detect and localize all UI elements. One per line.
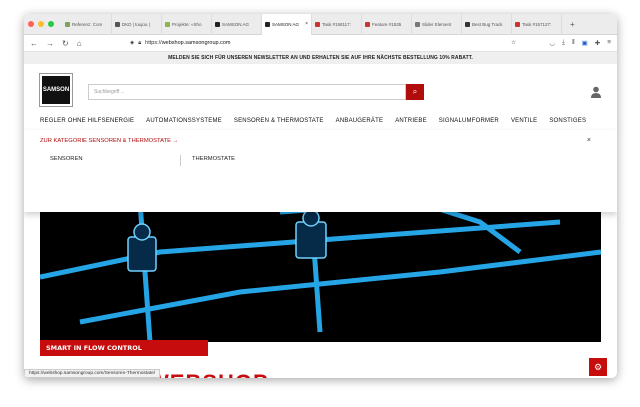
tab-bar: Referenz: Com DKD | toujou | Projekte: «Sh… [24, 14, 617, 35]
browser-tab[interactable]: Referenz: Com [62, 14, 112, 35]
subcategory-sensoren[interactable]: SENSOREN [50, 156, 83, 162]
address-bar[interactable]: ◈ 🔒︎ https://webshop.samsongroup.com ☆ [130, 37, 520, 49]
zoom-window-button[interactable] [48, 21, 54, 27]
tab-label: Projekte: «Sho [172, 21, 202, 27]
tab-favicon-icon [265, 21, 270, 27]
tab-favicon-icon [515, 21, 520, 27]
nav-item[interactable]: ANBAUGERÄTE [336, 118, 384, 124]
samson-logo[interactable]: SAMSON [39, 73, 73, 107]
url-prefix: https:// [145, 40, 162, 46]
tab-label: SAMSON AG [222, 21, 250, 27]
browser-tab[interactable]: DKD | toujou | [112, 14, 162, 35]
subcategory-list: SENSOREN THERMOSTATE [40, 155, 584, 166]
nav-item[interactable]: ANTRIEBE [395, 118, 427, 124]
nav-item[interactable]: REGLER OHNE HILFSENERGIE [40, 118, 134, 124]
tab-favicon-icon [315, 21, 320, 27]
browser-tab[interactable]: Projekte: «Sho [162, 14, 212, 35]
user-account-icon[interactable] [591, 86, 601, 98]
tab-favicon-icon [165, 21, 170, 27]
tab-label: DKD | toujou | [122, 21, 150, 27]
reload-icon[interactable]: ↻ [62, 39, 69, 48]
browser-tab[interactable]: Feature #1535 [362, 14, 412, 35]
tab-label: Referenz: Com [72, 21, 103, 27]
category-link[interactable]: ZUR KATEGORIE SENSOREN & THERMOSTATE → [40, 138, 178, 144]
nav-item[interactable]: SIGNALUMFORMER [439, 118, 499, 124]
tab-favicon-icon [65, 21, 70, 27]
browser-tab[interactable]: SAMSON AG [212, 14, 262, 35]
browser-tab[interactable]: Task #158117: [312, 14, 362, 35]
window-controls [28, 21, 54, 27]
divider [180, 155, 181, 166]
status-url: https://webshop.samsongroup.com/Sensoren… [24, 369, 161, 378]
nav-item[interactable]: SENSOREN & THERMOSTATE [234, 118, 324, 124]
nav-item[interactable]: AUTOMATIONSSYSTEME [146, 118, 222, 124]
subcategory-thermostate[interactable]: THERMOSTATE [192, 156, 235, 162]
nav-item[interactable]: SONSTIGES [549, 118, 586, 124]
hero-title: WEBSHOP [148, 370, 269, 378]
downloads-icon[interactable]: ⤓ [562, 39, 565, 47]
browser-tab[interactable]: Task #157127: [512, 14, 562, 35]
settings-gear-button[interactable]: ⚙ [589, 358, 607, 376]
close-icon[interactable]: × [587, 137, 591, 144]
search-button[interactable]: ⌕ [406, 84, 424, 100]
minimize-window-button[interactable] [38, 21, 44, 27]
tab-favicon-icon [115, 21, 120, 27]
site-header: SAMSON Suchbegriff ... ⌕ [24, 64, 617, 114]
browser-tab[interactable]: Slider Element [412, 14, 462, 35]
new-tab-button[interactable]: + [570, 20, 575, 29]
tab-favicon-icon [415, 21, 420, 27]
search-input[interactable]: Suchbegriff ... [88, 84, 406, 100]
pocket-icon[interactable]: ◡ [549, 39, 555, 47]
bookmark-star-icon[interactable]: ☆ [511, 40, 516, 46]
tab-favicon-icon [465, 21, 470, 27]
gear-icon: ⚙ [593, 361, 603, 372]
tab-strip: Referenz: Com DKD | toujou | Projekte: «Sh… [62, 14, 562, 35]
tab-favicon-icon [215, 21, 220, 27]
toolbar-icons: ◡ ⤓ ⫴ ▣ ✚ ≡ [549, 39, 611, 47]
shield-icon: ◈ [130, 40, 135, 46]
browser-window: Referenz: Com DKD | toujou | Projekte: «Sh… [24, 14, 617, 378]
search-icon: ⌕ [412, 87, 418, 96]
web-page: MELDEN SIE SICH FÜR UNSEREN NEWSLETTER A… [24, 52, 617, 378]
tab-label: SAMSON AG [272, 21, 300, 27]
home-icon[interactable]: ⌂ [77, 39, 82, 48]
lock-icon: 🔒︎ [138, 39, 142, 46]
main-navigation: REGLER OHNE HILFSENERGIE AUTOMATIONSSYSTE… [40, 114, 601, 128]
browser-tab[interactable]: Best Bug Track [462, 14, 512, 35]
tab-label: Best Bug Track [472, 21, 503, 27]
back-icon[interactable]: ← [30, 39, 38, 48]
hero-band: SMART IN FLOW CONTROL [40, 340, 208, 356]
newsletter-banner[interactable]: MELDEN SIE SICH FÜR UNSEREN NEWSLETTER A… [24, 52, 617, 64]
tab-favicon-icon [365, 21, 370, 27]
tab-label: Task #157127: [522, 21, 552, 27]
close-window-button[interactable] [28, 21, 34, 27]
menu-icon[interactable]: ≡ [607, 39, 611, 47]
category-dropdown: ZUR KATEGORIE SENSOREN & THERMOSTATE → ×… [24, 130, 617, 212]
extension-icon[interactable]: ▣ [582, 39, 588, 47]
browser-tab[interactable]: SAMSON AG × [262, 14, 312, 35]
extensions-puzzle-icon[interactable]: ✚ [595, 39, 600, 47]
close-tab-icon[interactable]: × [305, 21, 308, 27]
tab-label: Task #158117: [322, 21, 351, 27]
tab-label: Slider Element [422, 21, 452, 27]
url-domain: webshop.samsongroup.com [161, 40, 231, 46]
forward-icon[interactable]: → [46, 39, 54, 48]
tab-label: Feature #1535 [372, 21, 402, 27]
navigation-bar: ← → ↻ ⌂ ◈ 🔒︎ https://webshop.samsongroup… [24, 35, 617, 52]
nav-item[interactable]: VENTILE [511, 118, 537, 124]
library-icon[interactable]: ⫴ [572, 39, 575, 47]
